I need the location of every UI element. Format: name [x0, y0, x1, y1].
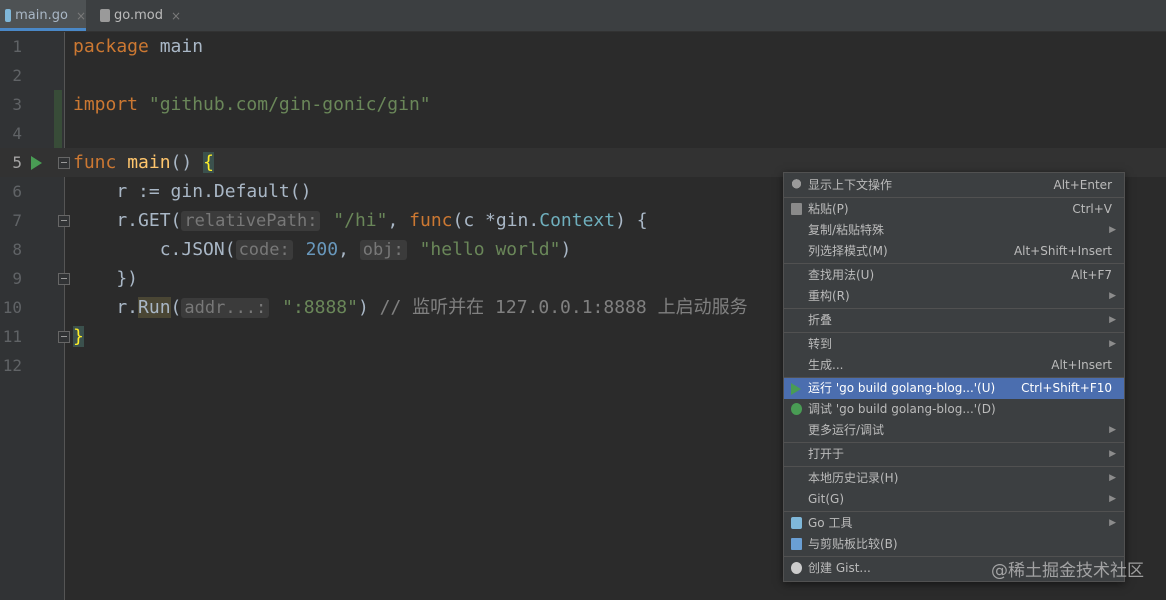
code-line: 4 [0, 119, 1166, 148]
submenu-arrow-icon: ▶ [1109, 225, 1116, 235]
fold-icon[interactable] [58, 157, 70, 169]
menu-item-go-tools[interactable]: Go 工具 ▶ [784, 513, 1124, 534]
run-gutter-icon[interactable] [31, 156, 42, 170]
submenu-arrow-icon: ▶ [1109, 315, 1116, 325]
github-icon [791, 562, 802, 574]
menu-item-show-context-actions[interactable]: 显示上下文操作 Alt+Enter [784, 175, 1124, 196]
menu-separator [784, 442, 1124, 443]
fold-icon[interactable] [58, 331, 70, 343]
tab-main-go[interactable]: main.go × [0, 0, 86, 31]
go-file-icon [791, 517, 802, 529]
tab-label: main.go [15, 8, 68, 23]
line-number: 10 [2, 298, 22, 317]
code-line: 1 package main [0, 32, 1166, 61]
menu-item-git[interactable]: Git(G) ▶ [784, 489, 1124, 510]
parameter-hint: obj: [359, 240, 407, 260]
submenu-arrow-icon: ▶ [1109, 339, 1116, 349]
menu-separator [784, 263, 1124, 264]
keyword: package [73, 36, 149, 57]
menu-separator [784, 511, 1124, 512]
go-file-icon [5, 9, 12, 22]
parameter-hint: relativePath: [181, 211, 321, 231]
submenu-arrow-icon: ▶ [1109, 291, 1116, 301]
editor-context-menu: 显示上下文操作 Alt+Enter 粘贴(P) Ctrl+V 复制/粘贴特殊 ▶… [783, 172, 1125, 582]
submenu-arrow-icon: ▶ [1109, 449, 1116, 459]
menu-item-copy-paste-special[interactable]: 复制/粘贴特殊 ▶ [784, 220, 1124, 241]
run-icon [791, 383, 801, 395]
menu-separator [784, 197, 1124, 198]
function-name: main [116, 152, 171, 173]
keyword: func [73, 152, 117, 173]
editor-tab-bar: main.go × go.mod × [0, 0, 1166, 32]
bulb-icon [791, 179, 802, 191]
menu-item-debug[interactable]: 调试 'go build golang-blog...'(D) [784, 399, 1124, 420]
menu-item-column-selection[interactable]: 列选择模式(M) Alt+Shift+Insert [784, 241, 1124, 262]
line-number: 6 [12, 182, 22, 201]
submenu-arrow-icon: ▶ [1109, 473, 1116, 483]
fold-icon[interactable] [58, 273, 70, 285]
mod-file-icon [100, 9, 110, 22]
parameter-hint: code: [235, 240, 293, 260]
menu-separator [784, 308, 1124, 309]
clipboard-icon [791, 203, 802, 215]
close-icon[interactable]: × [76, 9, 86, 23]
menu-item-compare-clipboard[interactable]: 与剪贴板比较(B) [784, 534, 1124, 555]
tab-go-mod[interactable]: go.mod × [100, 0, 190, 31]
string-literal: "github.com/gin-gonic/gin" [138, 94, 431, 115]
menu-item-find-usages[interactable]: 查找用法(U) Alt+F7 [784, 265, 1124, 286]
line-number: 9 [12, 269, 22, 288]
menu-item-folding[interactable]: 折叠 ▶ [784, 310, 1124, 331]
menu-item-open-in[interactable]: 打开于 ▶ [784, 444, 1124, 465]
code-line: 3 import "github.com/gin-gonic/gin" [0, 90, 1166, 119]
parameter-hint: addr...: [181, 298, 270, 318]
menu-separator [784, 332, 1124, 333]
line-number: 4 [12, 124, 22, 143]
submenu-arrow-icon: ▶ [1109, 425, 1116, 435]
fold-icon[interactable] [58, 215, 70, 227]
menu-item-local-history[interactable]: 本地历史记录(H) ▶ [784, 468, 1124, 489]
active-tab-indicator [0, 28, 86, 31]
submenu-arrow-icon: ▶ [1109, 494, 1116, 504]
line-number: 2 [12, 66, 22, 85]
line-number: 11 [2, 327, 22, 346]
line-number: 3 [12, 95, 22, 114]
close-icon[interactable]: × [171, 9, 181, 23]
matched-brace: { [203, 152, 214, 173]
line-number: 7 [12, 211, 22, 230]
line-number: 12 [2, 356, 22, 375]
menu-item-refactor[interactable]: 重构(R) ▶ [784, 286, 1124, 307]
line-number: 5 [12, 153, 22, 172]
compare-icon [791, 538, 802, 550]
menu-item-paste[interactable]: 粘贴(P) Ctrl+V [784, 199, 1124, 220]
submenu-arrow-icon: ▶ [1109, 518, 1116, 528]
code-comment: // 监听并在 127.0.0.1:8888 上启动服务 [379, 297, 748, 318]
matched-brace: } [73, 326, 84, 347]
code-line: 2 [0, 61, 1166, 90]
keyword: import [73, 94, 139, 115]
menu-item-goto[interactable]: 转到 ▶ [784, 334, 1124, 355]
debug-icon [791, 403, 802, 415]
menu-item-run[interactable]: 运行 'go build golang-blog...'(U) Ctrl+Shi… [784, 378, 1124, 399]
tab-label: go.mod [114, 8, 163, 23]
watermark: @稀土掘金技术社区 [991, 561, 1144, 581]
line-number: 1 [12, 37, 22, 56]
line-number: 8 [12, 240, 22, 259]
menu-item-more-run-debug[interactable]: 更多运行/调试 ▶ [784, 420, 1124, 441]
menu-separator [784, 466, 1124, 467]
menu-item-generate[interactable]: 生成... Alt+Insert [784, 355, 1124, 376]
